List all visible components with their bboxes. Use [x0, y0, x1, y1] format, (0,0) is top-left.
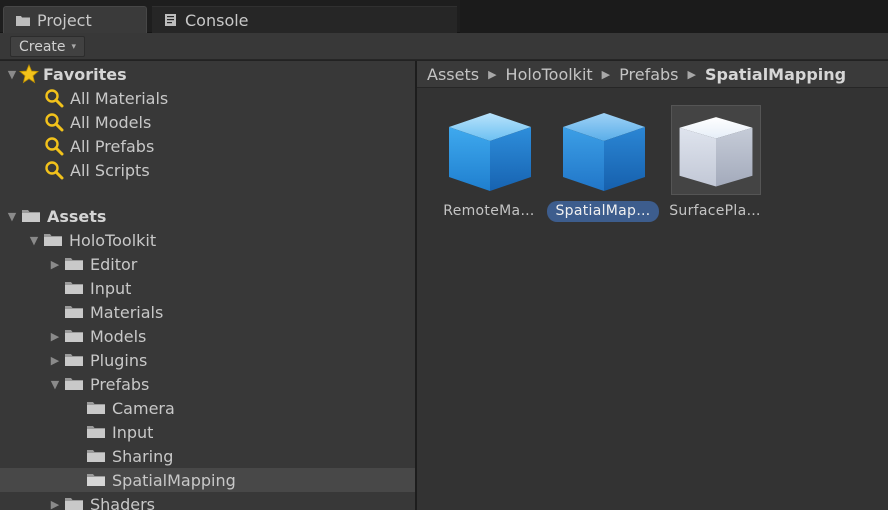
tab-console[interactable]: Console: [152, 6, 457, 33]
tab-bar-empty-area: [460, 0, 888, 33]
tree-item-spatialmapping[interactable]: SpatialMapping: [0, 468, 415, 492]
folder-icon: [65, 330, 83, 342]
asset-name: SpatialMap…: [547, 201, 659, 222]
tree-label: Prefabs: [90, 374, 150, 394]
tree-label: Models: [90, 326, 147, 346]
folder-icon: [44, 234, 62, 246]
asset-item-spatial-mapping[interactable]: SpatialMap…: [535, 105, 659, 225]
asset-thumbnail[interactable]: [445, 105, 535, 195]
folder-icon: [87, 450, 105, 462]
search-icon: [45, 161, 64, 180]
breadcrumb-item[interactable]: Prefabs: [619, 65, 678, 84]
collapse-arrow-icon[interactable]: ▶: [48, 330, 62, 343]
tree-item-input[interactable]: Input: [0, 276, 415, 300]
folder-icon: [16, 16, 30, 26]
tab-console-label: Console: [185, 10, 249, 30]
folder-icon: [87, 426, 105, 438]
tree-item-all-prefabs[interactable]: All Prefabs: [0, 134, 415, 158]
asset-name: RemoteMa…: [443, 203, 535, 219]
tree-item-materials[interactable]: Materials: [0, 300, 415, 324]
tree-label: Materials: [90, 302, 164, 322]
tree-item-shaders[interactable]: ▶ Shaders: [0, 492, 415, 510]
tree-item-camera[interactable]: Camera: [0, 396, 415, 420]
tree-label: Assets: [47, 206, 107, 226]
breadcrumb-separator-icon: ▶: [601, 67, 611, 81]
tree-label: Editor: [90, 254, 138, 274]
asset-name: SurfacePla…: [669, 203, 761, 219]
tree-label: All Models: [70, 112, 152, 132]
expand-arrow-icon[interactable]: ▼: [5, 210, 19, 223]
collapse-arrow-icon[interactable]: ▶: [48, 354, 62, 367]
folder-icon: [65, 282, 83, 294]
tree-label: Favorites: [43, 64, 127, 84]
expand-arrow-icon[interactable]: ▼: [5, 68, 19, 81]
create-button-label: Create: [19, 38, 66, 55]
breadcrumb-item[interactable]: HoloToolkit: [506, 65, 593, 84]
expand-arrow-icon[interactable]: ▼: [27, 234, 41, 247]
folder-icon: [87, 402, 105, 414]
tree-label: All Scripts: [70, 160, 150, 180]
collapse-arrow-icon[interactable]: ▶: [48, 258, 62, 271]
breadcrumb: Assets ▶ HoloToolkit ▶ Prefabs ▶ Spatial…: [417, 61, 888, 88]
tree-item-all-models[interactable]: All Models: [0, 110, 415, 134]
tree-label: Input: [90, 278, 132, 298]
breadcrumb-current[interactable]: SpatialMapping: [705, 65, 846, 84]
tree-label: All Prefabs: [70, 136, 155, 156]
folder-icon: [65, 306, 83, 318]
tab-project-label: Project: [37, 10, 92, 30]
folder-icon: [87, 474, 105, 486]
search-icon: [45, 89, 64, 108]
tree-item-prefabs[interactable]: ▼ Prefabs: [0, 372, 415, 396]
breadcrumb-separator-icon: ▶: [488, 67, 497, 81]
create-button[interactable]: Create ▾: [10, 36, 86, 57]
console-icon: [165, 14, 176, 26]
asset-item-surface-plane[interactable]: SurfacePla…: [647, 105, 765, 225]
expand-arrow-icon[interactable]: ▼: [48, 378, 62, 391]
tree-item-plugins[interactable]: ▶ Plugins: [0, 348, 415, 372]
tab-project[interactable]: Project: [3, 6, 147, 33]
tree-item-sharing[interactable]: Sharing: [0, 444, 415, 468]
asset-thumbnail[interactable]: [559, 105, 649, 195]
folder-icon: [65, 258, 83, 270]
tree-item-prefab-input[interactable]: Input: [0, 420, 415, 444]
tree-label: Camera: [112, 398, 175, 418]
asset-thumbnail[interactable]: [671, 105, 761, 195]
collapse-arrow-icon[interactable]: ▶: [48, 498, 62, 510]
blue-cube-icon: [449, 113, 531, 191]
folder-icon: [65, 354, 83, 366]
tree-item-editor[interactable]: ▶ Editor: [0, 252, 415, 276]
tree-label: Plugins: [90, 350, 148, 370]
blue-cube-icon: [563, 113, 645, 191]
breadcrumb-item[interactable]: Assets: [427, 65, 479, 84]
tree-item-models[interactable]: ▶ Models: [0, 324, 415, 348]
tree-label: SpatialMapping: [112, 470, 236, 490]
tree-item-all-materials[interactable]: All Materials: [0, 86, 415, 110]
folder-tree-panel: ▼ Favorites All Materials All Models All…: [0, 61, 415, 510]
tree-label: Input: [112, 422, 154, 442]
tree-item-all-scripts[interactable]: All Scripts: [0, 158, 415, 182]
asset-item-remote-mapping[interactable]: RemoteMa…: [421, 105, 539, 225]
tree-label: All Materials: [70, 88, 169, 108]
chevron-down-icon: ▾: [71, 41, 77, 52]
tree-item-favorites[interactable]: ▼ Favorites: [0, 62, 415, 86]
search-icon: [45, 113, 64, 132]
folder-icon: [22, 210, 40, 222]
asset-view-panel: Assets ▶ HoloToolkit ▶ Prefabs ▶ Spatial…: [417, 61, 888, 510]
tree-label: Sharing: [112, 446, 174, 466]
tab-bar: Project Console: [0, 0, 888, 33]
project-toolbar: Create ▾: [0, 33, 888, 60]
breadcrumb-separator-icon: ▶: [687, 67, 696, 81]
tree-item-holotoolkit[interactable]: ▼ HoloToolkit: [0, 228, 415, 252]
white-cube-icon: [679, 117, 753, 187]
folder-icon: [65, 498, 83, 510]
folder-icon: [65, 378, 83, 390]
star-icon: [19, 64, 39, 84]
tree-item-assets[interactable]: ▼ Assets: [0, 204, 415, 228]
search-icon: [45, 137, 64, 156]
tree-label: Shaders: [90, 494, 156, 510]
tree-label: HoloToolkit: [69, 230, 157, 250]
